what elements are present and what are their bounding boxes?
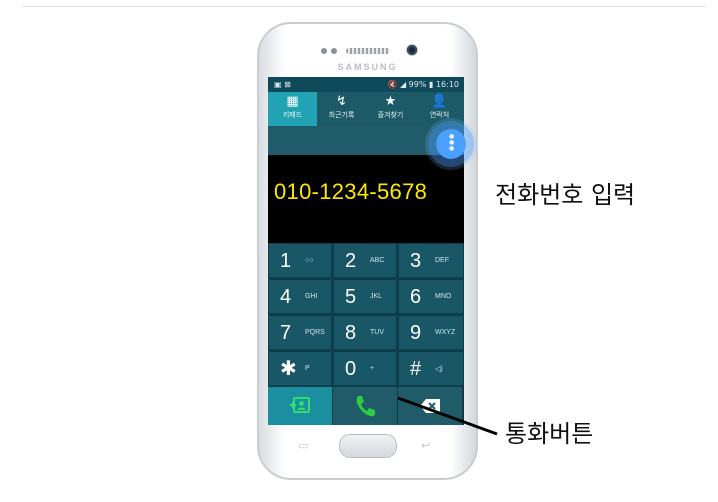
- callout-pointer-line: [397, 396, 498, 436]
